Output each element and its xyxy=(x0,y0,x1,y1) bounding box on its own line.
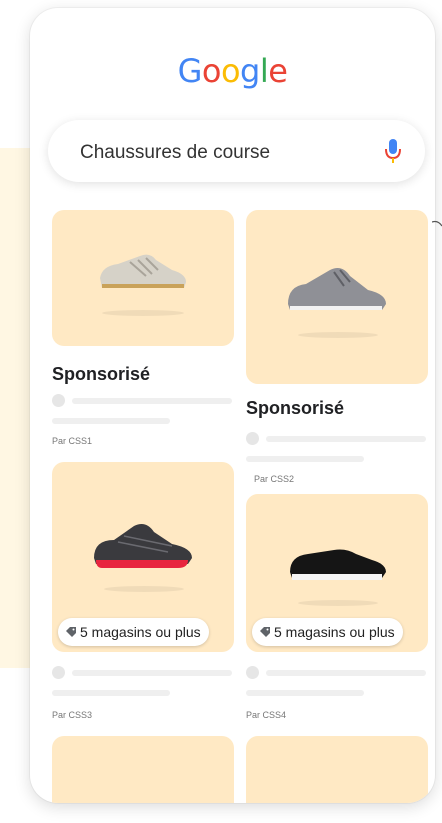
tag-icon xyxy=(260,627,270,637)
placeholder-avatar xyxy=(246,432,259,445)
product-image-card[interactable] xyxy=(52,736,234,803)
product-image-card[interactable] xyxy=(52,210,234,346)
placeholder-line xyxy=(52,690,170,696)
shoe-shadow xyxy=(298,600,378,606)
seller-label: Par CSS1 xyxy=(52,436,93,446)
shoe-shadow xyxy=(104,586,184,592)
stores-badge-label: 5 magasins ou plus xyxy=(80,624,201,640)
placeholder-line xyxy=(266,436,426,442)
sponsored-label: Sponsorisé xyxy=(52,364,151,384)
logo-letter: e xyxy=(268,52,288,90)
placeholder-line xyxy=(72,398,232,404)
sponsored-label: Sponsorisé xyxy=(246,398,345,418)
search-bar[interactable]: Chaussures de course xyxy=(48,120,425,182)
placeholder-line xyxy=(246,690,364,696)
placeholder-avatar xyxy=(52,666,65,679)
seller-label: Par CSS2 xyxy=(254,474,295,484)
logo-letter: l xyxy=(259,52,269,90)
stores-badge-label: 5 magasins ou plus xyxy=(274,624,395,640)
google-logo[interactable]: Google xyxy=(30,52,435,90)
placeholder-avatar xyxy=(52,394,65,407)
placeholder-avatar xyxy=(246,666,259,679)
stores-badge: 5 magasins ou plus xyxy=(252,618,403,646)
logo-letter: g xyxy=(240,52,260,90)
shoe-image xyxy=(94,524,192,568)
search-input[interactable]: Chaussures de course xyxy=(80,142,270,164)
product-image-card[interactable] xyxy=(246,210,428,384)
seller-label: Par CSS3 xyxy=(52,710,93,720)
shoe-image xyxy=(290,549,386,580)
placeholder-line xyxy=(72,670,232,676)
shoe-image xyxy=(100,254,186,288)
product-image-card[interactable]: 5 magasins ou plus xyxy=(52,462,234,652)
product-image-card[interactable]: 5 magasins ou plus xyxy=(246,494,428,652)
placeholder-line xyxy=(52,418,170,424)
phone-frame: Google Chaussures de course Sponsorisé P… xyxy=(30,8,435,803)
placeholder-line xyxy=(246,456,364,462)
mic-icon[interactable] xyxy=(383,137,403,165)
placeholder-line xyxy=(266,670,426,676)
product-image-card[interactable] xyxy=(246,736,428,803)
seller-label: Par CSS4 xyxy=(246,710,287,720)
logo-letter: o xyxy=(220,52,241,90)
stores-badge: 5 magasins ou plus xyxy=(58,618,209,646)
shoe-shadow xyxy=(298,332,378,338)
tag-icon xyxy=(66,627,76,637)
logo-letter: G xyxy=(177,52,203,90)
logo-letter: o xyxy=(201,52,222,90)
arrow-hint-icon xyxy=(432,220,442,227)
shoe-shadow xyxy=(102,310,184,316)
shoe-image xyxy=(288,268,386,310)
